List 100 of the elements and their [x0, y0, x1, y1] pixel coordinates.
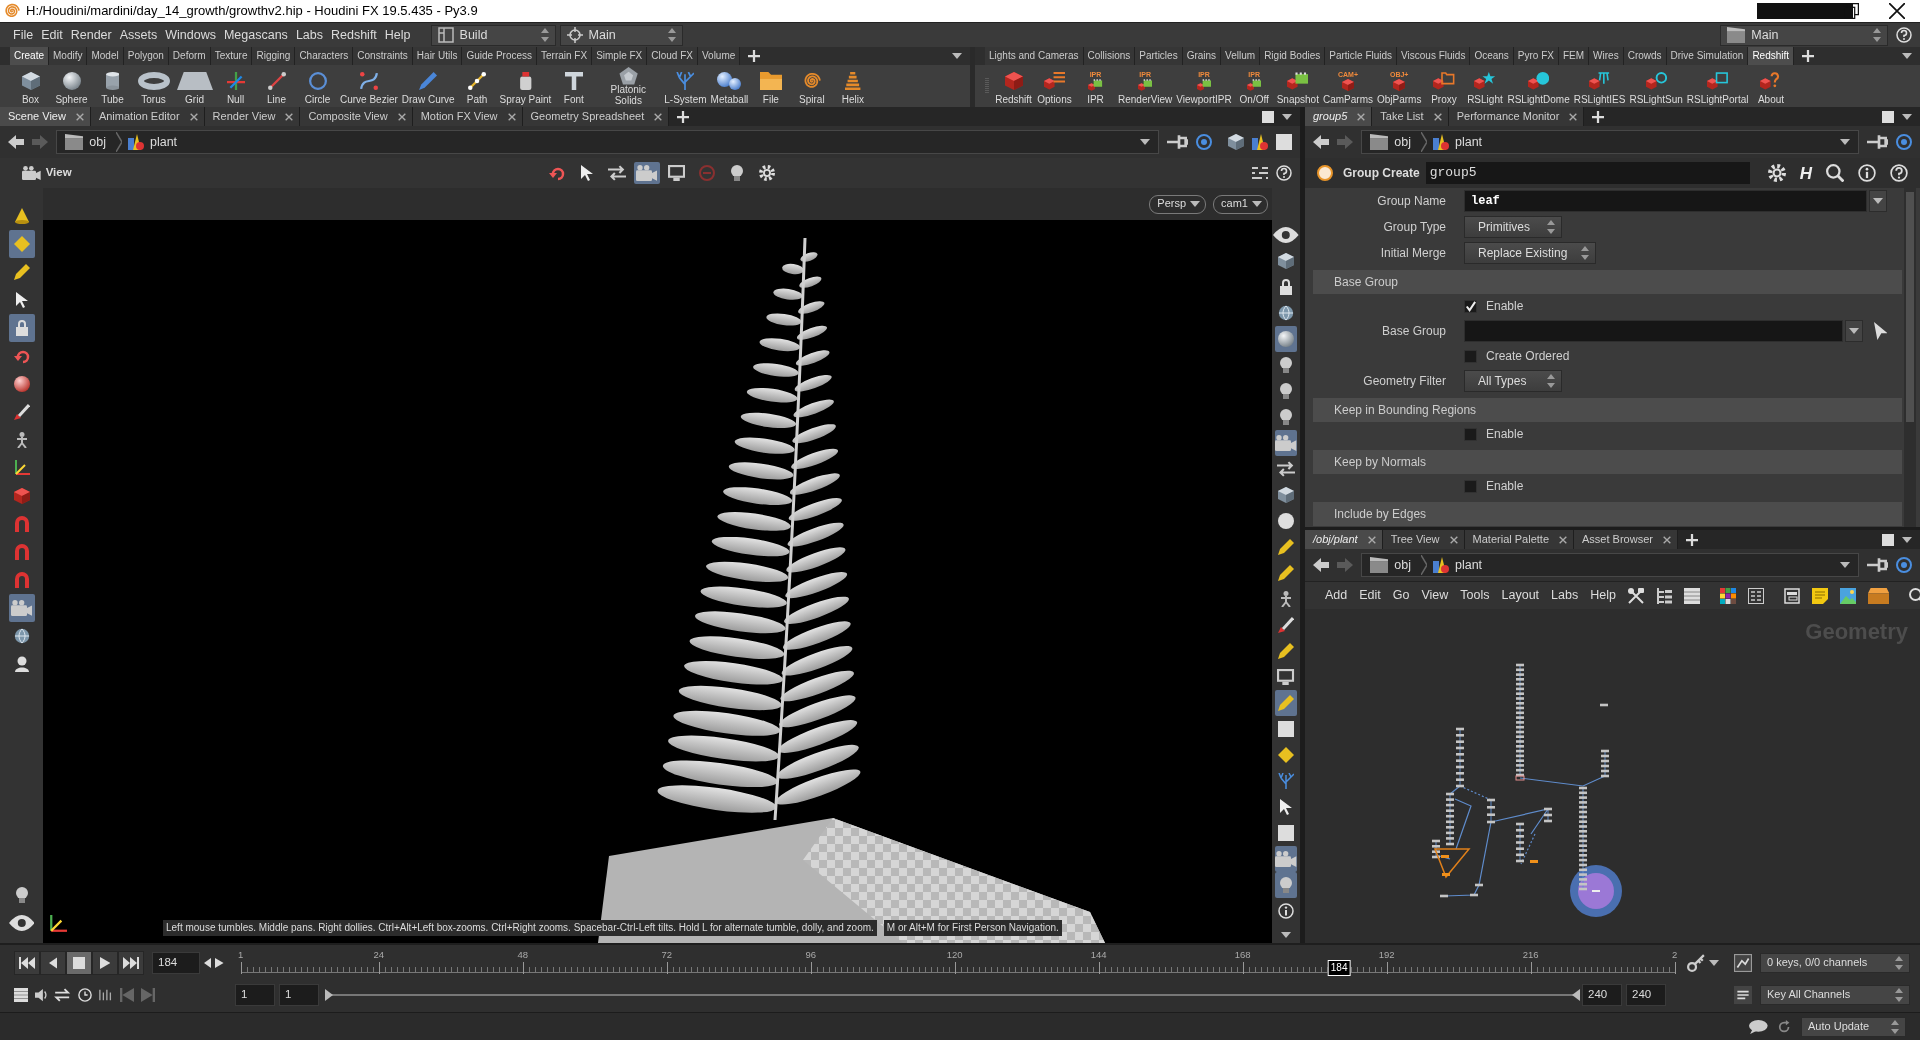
pane-tab[interactable]: Material Palette [1464, 530, 1574, 549]
shelf-tool[interactable]: RSLightDome [1505, 65, 1572, 107]
shelf-tool[interactable]: Options [1034, 65, 1075, 107]
path-field[interactable]: obj plant [1361, 130, 1859, 154]
sticky-note-icon[interactable] [1811, 587, 1828, 604]
caret-icon[interactable] [1902, 536, 1912, 543]
node-chain[interactable] [1516, 822, 1524, 863]
shelf-tool[interactable]: Font [553, 65, 595, 107]
key-mode-dropdown[interactable]: Key All Channels [1760, 984, 1910, 1005]
shelf-tool[interactable]: Curve Bezier [338, 65, 400, 107]
view-menu[interactable]: View [22, 166, 72, 180]
shelf-tool[interactable]: Grid [174, 65, 215, 107]
shelf-tab[interactable]: Modify [49, 47, 88, 65]
shelf-tool[interactable]: Redshift [993, 65, 1034, 107]
range-end-field[interactable]: 240 [1582, 983, 1622, 1006]
shelf-tab[interactable]: Create [10, 47, 49, 65]
section-header[interactable]: Keep in Bounding Regions [1313, 398, 1902, 422]
pin-icon[interactable] [1166, 134, 1188, 150]
settings-icon[interactable] [1767, 164, 1786, 182]
path-crumb[interactable]: obj [1370, 134, 1415, 150]
node[interactable] [1441, 855, 1449, 858]
tool-button[interactable] [8, 314, 35, 342]
pane-tab[interactable]: Tree View [1382, 530, 1465, 549]
transport-button[interactable] [40, 950, 66, 975]
transport-button[interactable] [14, 950, 40, 975]
caret-icon[interactable] [1708, 959, 1719, 966]
pin-icon[interactable] [1866, 557, 1888, 573]
shelf-tool[interactable]: Circle [297, 65, 338, 107]
node-chain[interactable] [1487, 798, 1495, 824]
keys-dropdown[interactable]: 0 keys, 0/0 channels [1760, 952, 1910, 973]
end-frame-field[interactable]: 240 [1626, 983, 1666, 1006]
menu-item[interactable]: Windows [161, 27, 220, 43]
range-start-field[interactable]: 1 [279, 983, 319, 1006]
shelf-tab[interactable]: Cloud FX [647, 47, 698, 65]
shapes-icon[interactable] [1252, 134, 1268, 150]
shelf-tool[interactable]: L-System [662, 65, 709, 107]
caret-icon[interactable] [1839, 139, 1850, 145]
pane-tab[interactable]: Animation Editor [90, 107, 205, 126]
shelf-tab[interactable]: Guide Process [462, 47, 537, 65]
shelf-tool[interactable]: RSLightIES [1571, 65, 1628, 107]
section-header[interactable]: Keep by Normals [1313, 450, 1902, 474]
shelf-tool[interactable]: Line [256, 65, 297, 107]
shelf-tool[interactable]: Snapshot [1274, 65, 1321, 107]
pane-tab[interactable]: Render View [204, 107, 301, 126]
range-handle-icon[interactable] [1572, 988, 1580, 1001]
search-icon[interactable] [1826, 164, 1844, 182]
shelf-tab[interactable]: Pyro FX [1513, 47, 1559, 65]
menu-item[interactable]: Go [1392, 588, 1410, 603]
shelf-tab[interactable]: Texture [210, 47, 253, 65]
node-chain[interactable] [1446, 792, 1454, 846]
menu-item[interactable]: Edit [1359, 588, 1381, 603]
crossed-tools-icon[interactable] [1627, 587, 1644, 604]
path-field[interactable]: obj plant [1361, 553, 1859, 577]
node-chain[interactable] [1432, 839, 1440, 859]
node-chain[interactable] [1579, 786, 1587, 891]
camera-menu[interactable]: cam1 [1213, 194, 1268, 214]
shelf-tool[interactable]: Draw Curve [399, 65, 457, 107]
dropdown-button[interactable] [1869, 190, 1887, 212]
key-icon[interactable] [1686, 953, 1705, 972]
tool-button[interactable] [8, 594, 35, 622]
shelf-tab[interactable]: Terrain FX [537, 47, 593, 65]
pane-tab[interactable]: Composite View [300, 107, 413, 126]
checkbox[interactable] [1464, 349, 1477, 363]
shelf-tool[interactable]: Torus [133, 65, 174, 107]
node-chain[interactable] [1456, 727, 1464, 788]
panels-icon[interactable] [1783, 587, 1800, 604]
shelf-tab[interactable]: Collisions [1083, 47, 1136, 65]
shelf-tab[interactable]: Deform [168, 47, 211, 65]
update-mode-dropdown[interactable]: Auto Update [1801, 1016, 1906, 1037]
target-icon[interactable] [1196, 134, 1212, 150]
shelf-tool[interactable]: Box [10, 65, 51, 107]
pane-tab[interactable]: Take List [1372, 107, 1449, 126]
help-icon[interactable] [1890, 164, 1908, 182]
shelf-tab[interactable]: Constraints [353, 47, 413, 65]
node-chain[interactable] [1544, 807, 1552, 823]
add-tab-icon[interactable] [1592, 110, 1605, 123]
help-icon[interactable] [1896, 27, 1912, 43]
search-icon[interactable] [1909, 587, 1920, 604]
pane-tab[interactable]: group5 [1305, 107, 1373, 126]
menu-item[interactable]: Edit [37, 27, 67, 43]
tick-marks-icon[interactable] [98, 987, 113, 1002]
tree-list-icon[interactable] [1655, 587, 1672, 604]
info-icon[interactable] [1858, 164, 1876, 182]
path-crumb[interactable]: plant [1432, 557, 1487, 573]
graph-icon[interactable] [1734, 953, 1752, 972]
pane-tab[interactable]: /obj/plant [1305, 530, 1383, 549]
node-icon[interactable] [1317, 165, 1333, 181]
refresh-icon[interactable] [1777, 1019, 1791, 1034]
node-chain[interactable] [1516, 663, 1524, 777]
shelf-tab[interactable]: Characters [295, 47, 354, 65]
node[interactable] [1475, 883, 1483, 887]
list-icon[interactable] [1683, 587, 1700, 604]
start-frame-field[interactable]: 1 [235, 983, 275, 1006]
checkbox[interactable] [1464, 299, 1477, 313]
timeline-track[interactable]: 184 [240, 959, 1675, 976]
close-icon[interactable] [1889, 3, 1905, 19]
view-tool-button[interactable] [633, 162, 660, 184]
section-header[interactable]: Include by Edges [1313, 502, 1902, 526]
pane-tab[interactable]: Scene View [0, 107, 91, 126]
add-tab-icon[interactable] [677, 110, 690, 123]
